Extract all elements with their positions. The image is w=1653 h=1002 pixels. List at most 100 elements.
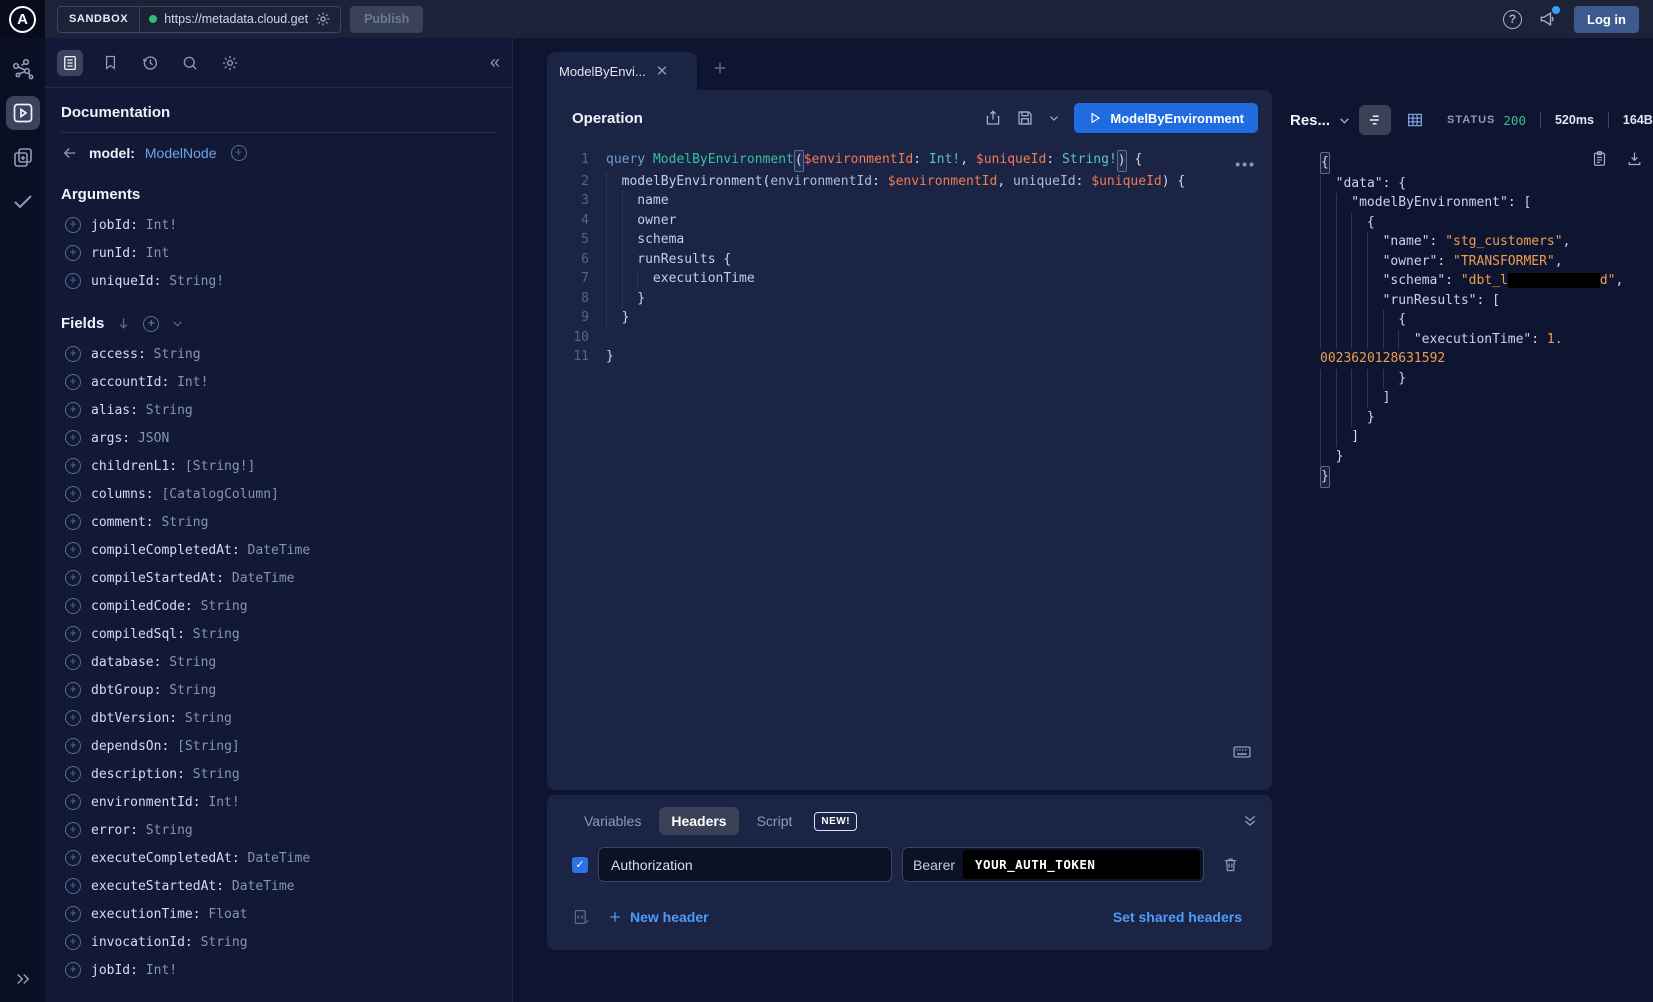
- back-arrow-icon[interactable]: [61, 144, 79, 162]
- field-type[interactable]: DateTime: [240, 851, 310, 866]
- field-name[interactable]: accountId:: [91, 375, 169, 390]
- field-name[interactable]: alias:: [91, 403, 138, 418]
- field-name[interactable]: database:: [91, 655, 161, 670]
- add-to-operation-icon[interactable]: +: [65, 682, 81, 698]
- add-to-operation-icon[interactable]: +: [65, 273, 81, 289]
- header-key-input[interactable]: Authorization: [598, 847, 892, 882]
- field-type[interactable]: String: [154, 515, 209, 530]
- tab-script[interactable]: Script: [745, 807, 805, 835]
- field-name[interactable]: compileStartedAt:: [91, 571, 224, 586]
- operation-tab[interactable]: ModelByEnvi... ✕: [547, 52, 697, 90]
- add-to-operation-icon[interactable]: +: [65, 346, 81, 362]
- field-name[interactable]: childrenL1:: [91, 459, 177, 474]
- save-operation-icon[interactable]: [1016, 109, 1034, 127]
- field-type[interactable]: [CatalogColumn]: [154, 487, 279, 502]
- tab-headers[interactable]: Headers: [659, 807, 738, 835]
- apollo-logo[interactable]: A: [0, 0, 45, 38]
- field-type[interactable]: DateTime: [224, 571, 294, 586]
- auth-token-value[interactable]: YOUR_AUTH_TOKEN: [963, 850, 1200, 879]
- field-type[interactable]: DateTime: [224, 879, 294, 894]
- field-type[interactable]: [String!]: [177, 459, 255, 474]
- field-type[interactable]: Float: [201, 907, 248, 922]
- add-to-operation-icon[interactable]: +: [65, 245, 81, 261]
- delete-header-button[interactable]: [1222, 856, 1239, 873]
- add-to-operation-icon[interactable]: +: [65, 766, 81, 782]
- add-to-operation-icon[interactable]: +: [65, 850, 81, 866]
- field-name[interactable]: invocationId:: [91, 935, 193, 950]
- field-name[interactable]: columns:: [91, 487, 154, 502]
- field-type[interactable]: String: [138, 403, 193, 418]
- save-menu-chevron-icon[interactable]: [1048, 112, 1060, 124]
- field-name[interactable]: dbtGroup:: [91, 683, 161, 698]
- add-to-operation-icon[interactable]: +: [65, 906, 81, 922]
- field-name[interactable]: jobId:: [91, 963, 138, 978]
- tab-search[interactable]: [177, 50, 203, 76]
- field-type[interactable]: [String]: [169, 739, 239, 754]
- add-to-operation-icon[interactable]: +: [65, 822, 81, 838]
- field-type[interactable]: String: [146, 347, 201, 362]
- sort-icon[interactable]: [116, 316, 131, 331]
- add-to-operation-icon[interactable]: +: [65, 514, 81, 530]
- add-to-operation-icon[interactable]: +: [65, 962, 81, 978]
- endpoint-url-input[interactable]: https://metadata.cloud.get: [140, 7, 340, 32]
- field-type[interactable]: String: [177, 711, 232, 726]
- sidebar-item-schema[interactable]: [6, 52, 40, 86]
- field-type[interactable]: String: [185, 767, 240, 782]
- collapse-docs-panel-icon[interactable]: «: [490, 52, 500, 73]
- field-name[interactable]: executeStartedAt:: [91, 879, 224, 894]
- response-chevron-icon[interactable]: [1338, 114, 1351, 127]
- field-type[interactable]: JSON: [130, 431, 169, 446]
- field-type[interactable]: Int!: [138, 218, 177, 233]
- field-type[interactable]: String: [193, 935, 248, 950]
- add-to-operation-icon[interactable]: +: [65, 794, 81, 810]
- add-to-operation-icon[interactable]: +: [65, 374, 81, 390]
- share-operation-icon[interactable]: [984, 109, 1002, 127]
- run-operation-button[interactable]: ModelByEnvironment: [1074, 103, 1258, 133]
- add-fields-icon[interactable]: +: [143, 316, 159, 332]
- add-to-operation-icon[interactable]: +: [65, 598, 81, 614]
- field-type[interactable]: String: [185, 627, 240, 642]
- tab-documentation[interactable]: [57, 50, 83, 76]
- breadcrumb-type-link[interactable]: ModelNode: [145, 145, 217, 161]
- add-to-operation-icon[interactable]: +: [65, 738, 81, 754]
- field-name[interactable]: error:: [91, 823, 138, 838]
- field-type[interactable]: String: [193, 599, 248, 614]
- sidebar-item-explorer[interactable]: [6, 96, 40, 130]
- field-name[interactable]: compiledSql:: [91, 627, 185, 642]
- add-to-operation-icon[interactable]: +: [65, 710, 81, 726]
- field-name[interactable]: comment:: [91, 515, 154, 530]
- field-name[interactable]: uniqueId:: [91, 274, 161, 289]
- field-type[interactable]: Int!: [138, 963, 177, 978]
- login-button[interactable]: Log in: [1574, 6, 1639, 33]
- expand-rail-button[interactable]: [0, 970, 45, 988]
- preview-script-icon[interactable]: [572, 908, 590, 926]
- sidebar-item-checks[interactable]: [6, 184, 40, 218]
- connection-settings-icon[interactable]: [315, 11, 331, 27]
- help-icon[interactable]: ?: [1503, 10, 1522, 29]
- publish-button[interactable]: Publish: [350, 6, 423, 33]
- field-name[interactable]: compiledCode:: [91, 599, 193, 614]
- add-to-operation-icon[interactable]: +: [65, 217, 81, 233]
- header-enabled-checkbox[interactable]: ✓: [572, 857, 588, 873]
- field-name[interactable]: executeCompletedAt:: [91, 851, 240, 866]
- add-to-operation-icon[interactable]: +: [65, 402, 81, 418]
- field-name[interactable]: environmentId:: [91, 795, 201, 810]
- field-name[interactable]: args:: [91, 431, 130, 446]
- field-name[interactable]: dbtVersion:: [91, 711, 177, 726]
- tab-saved-operations[interactable]: [97, 50, 123, 76]
- add-all-fields-icon[interactable]: +: [231, 145, 247, 161]
- field-type[interactable]: DateTime: [240, 543, 310, 558]
- field-name[interactable]: executionTime:: [91, 907, 201, 922]
- copy-response-icon[interactable]: [1591, 150, 1608, 167]
- add-to-operation-icon[interactable]: +: [65, 934, 81, 950]
- chevron-down-icon[interactable]: [171, 317, 184, 330]
- field-type[interactable]: String: [161, 683, 216, 698]
- keyboard-shortcuts-icon[interactable]: [1232, 742, 1252, 762]
- tab-variables[interactable]: Variables: [572, 807, 653, 835]
- tab-history[interactable]: [137, 50, 163, 76]
- add-to-operation-icon[interactable]: +: [65, 542, 81, 558]
- collapse-panel-icon[interactable]: [1242, 813, 1258, 829]
- field-name[interactable]: compileCompletedAt:: [91, 543, 240, 558]
- add-to-operation-icon[interactable]: +: [65, 458, 81, 474]
- header-value-input[interactable]: Bearer YOUR_AUTH_TOKEN: [902, 847, 1204, 882]
